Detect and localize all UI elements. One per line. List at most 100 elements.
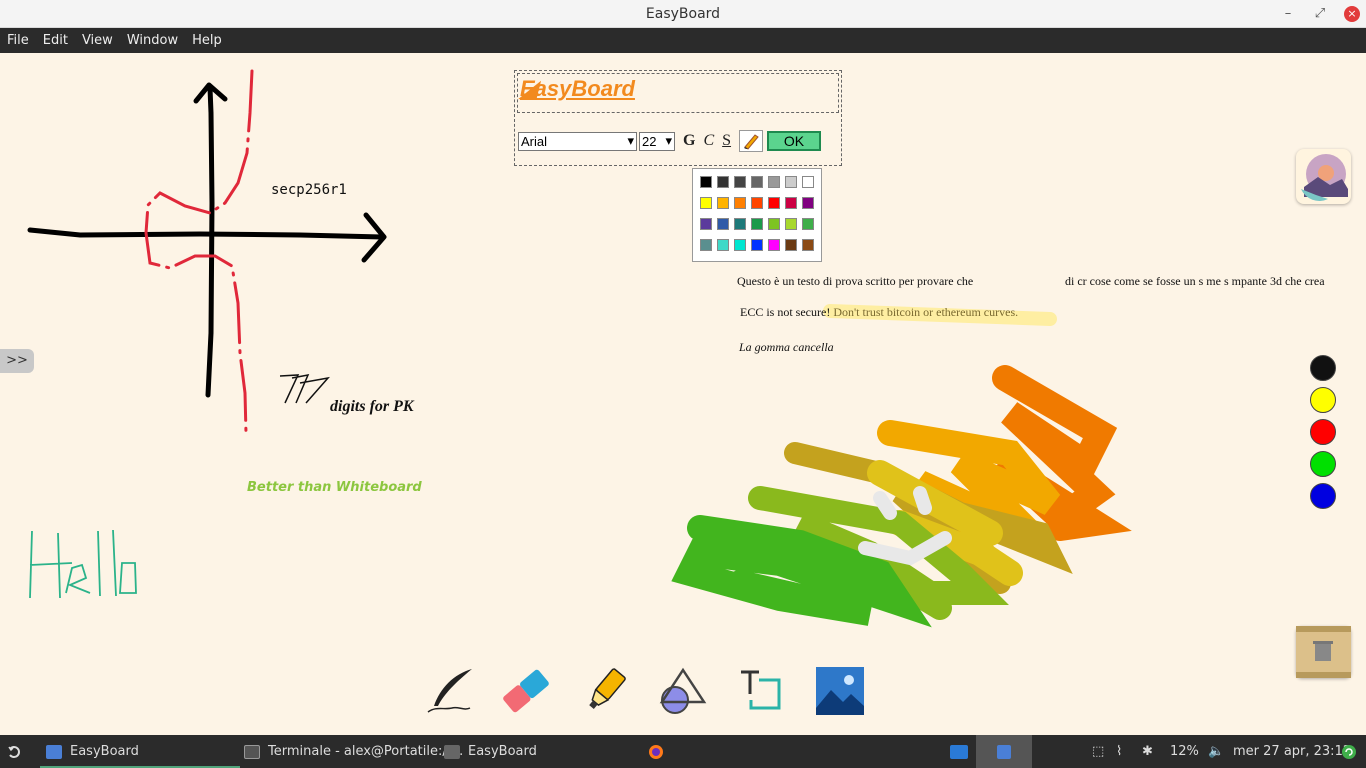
firefox-icon[interactable] (648, 735, 664, 768)
palette-swatch[interactable] (768, 197, 780, 209)
text-input-area[interactable]: EasyBoard ◢ (517, 73, 839, 113)
palette-swatch[interactable] (768, 218, 780, 230)
palette-swatch[interactable] (734, 218, 746, 230)
bluetooth-icon[interactable]: ✱ (1142, 735, 1153, 768)
palette-swatch[interactable] (785, 218, 797, 230)
maximize-button[interactable]: ⤢ (1310, 4, 1330, 24)
quick-color-blue[interactable] (1310, 483, 1336, 509)
palette-swatch[interactable] (717, 239, 729, 251)
palette-swatch[interactable] (802, 176, 814, 188)
avatar[interactable] (1296, 149, 1351, 204)
ecc-label: ECC is not secure! Don't trust bitcoin o… (740, 305, 1018, 320)
taskbar-item-easyboard-2[interactable]: EasyBoard (444, 735, 634, 768)
palette-swatch[interactable] (768, 176, 780, 188)
close-button[interactable]: × (1344, 6, 1360, 22)
text-editor-box[interactable]: EasyBoard ◢ Arial ▾ 22 ▾ G C S OK (514, 70, 842, 166)
highlighter-tool[interactable] (580, 666, 630, 716)
title-bar: EasyBoard – ⤢ × (0, 0, 1366, 28)
screenshot-icon[interactable]: ⬚ (1092, 735, 1104, 768)
menu-edit[interactable]: Edit (43, 33, 68, 48)
quick-color-red[interactable] (1310, 419, 1336, 445)
update-icon[interactable] (1341, 735, 1357, 768)
palette-swatch[interactable] (700, 176, 712, 188)
shapes-icon (659, 667, 707, 714)
palette-swatch[interactable] (802, 197, 814, 209)
text-color-button[interactable] (739, 130, 764, 152)
quick-color-black[interactable] (1310, 355, 1336, 381)
color-palette (692, 168, 822, 262)
landscape-avatar-icon (1301, 154, 1348, 201)
clock[interactable]: mer 27 apr, 23:12 (1233, 735, 1351, 768)
palette-swatch[interactable] (785, 197, 797, 209)
font-family-value: Arial (521, 133, 548, 149)
ecc-label-a: ECC is not secure! (740, 305, 831, 319)
font-size-select[interactable]: 22 ▾ (639, 131, 675, 151)
taskbar-item-easyboard-1[interactable]: EasyBoard (40, 735, 240, 768)
palette-swatch[interactable] (717, 218, 729, 230)
menu-bar: File Edit View Window Help (0, 28, 1366, 53)
expand-sidebar-button[interactable]: >> (0, 349, 34, 373)
menu-window[interactable]: Window (127, 33, 178, 48)
palette-swatch[interactable] (717, 197, 729, 209)
window-icon (46, 744, 62, 759)
palette-swatch[interactable] (751, 239, 763, 251)
palette-swatch[interactable] (700, 197, 712, 209)
app-menu-icon[interactable] (8, 735, 22, 768)
workspace-2-icon[interactable] (976, 735, 1032, 768)
volume-icon[interactable]: 🔈 (1208, 735, 1224, 768)
minimize-button[interactable]: – (1278, 4, 1298, 24)
digits-label: digits for PK (330, 398, 414, 415)
palette-swatch[interactable] (768, 239, 780, 251)
palette-swatch[interactable] (751, 218, 763, 230)
palette-swatch[interactable] (734, 197, 746, 209)
text-tool[interactable] (737, 666, 787, 716)
x-axis-stroke (27, 227, 386, 240)
handwritten-77 (279, 374, 330, 404)
menu-view[interactable]: View (82, 33, 113, 48)
menu-file[interactable]: File (7, 33, 29, 48)
quick-color-green[interactable] (1310, 451, 1336, 477)
palette-swatch[interactable] (802, 239, 814, 251)
paperclip-icon[interactable]: ⌇ (1116, 735, 1122, 768)
workspace-1-icon[interactable] (950, 735, 976, 768)
window-icon (444, 744, 460, 759)
feather-pen-icon (427, 669, 472, 713)
taskbar: EasyBoard Terminale - alex@Portatile:/r.… (0, 735, 1366, 768)
palette-swatch[interactable] (751, 197, 763, 209)
palette-swatch[interactable] (717, 176, 729, 188)
palette-swatch[interactable] (700, 239, 712, 251)
underline-button[interactable]: S (722, 132, 731, 150)
resize-handle-icon[interactable]: ◢ (520, 76, 836, 110)
menu-help[interactable]: Help (192, 33, 222, 48)
terminal-icon (244, 744, 260, 759)
ecc-label-b: Don't trust bitcoin or ethereum curves. (833, 305, 1019, 319)
shapes-tool[interactable] (658, 666, 708, 716)
trash-icon (1296, 626, 1351, 678)
palette-swatch[interactable] (734, 239, 746, 251)
whiteboard-canvas[interactable]: EasyBoard ◢ Arial ▾ 22 ▾ G C S OK secp256r… (0, 53, 1366, 735)
italic-button[interactable]: C (703, 132, 714, 150)
quick-color-yellow[interactable] (1310, 387, 1336, 413)
text-format-toolbar: Arial ▾ 22 ▾ G C S OK (518, 130, 822, 152)
taskbar-item-terminal[interactable]: Terminale - alex@Portatile:/r... (244, 735, 463, 768)
palette-swatch[interactable] (802, 218, 814, 230)
eraser-tool[interactable] (501, 666, 551, 716)
pencil-color-icon (744, 134, 759, 150)
better-label: Better than Whiteboard (247, 480, 422, 495)
bold-button[interactable]: G (683, 132, 695, 150)
battery-level[interactable]: 12% (1170, 735, 1199, 768)
image-tool[interactable] (815, 666, 865, 716)
font-size-value: 22 (642, 133, 657, 149)
font-family-select[interactable]: Arial ▾ (518, 131, 637, 151)
palette-swatch[interactable] (734, 176, 746, 188)
trash-button[interactable] (1296, 626, 1351, 678)
ok-button[interactable]: OK (767, 131, 822, 151)
palette-swatch[interactable] (700, 218, 712, 230)
palette-swatch[interactable] (785, 176, 797, 188)
chevron-down-icon: ▾ (665, 133, 672, 148)
y-axis-stroke (205, 85, 215, 398)
image-icon (816, 667, 864, 715)
pen-tool[interactable] (424, 666, 474, 716)
palette-swatch[interactable] (751, 176, 763, 188)
palette-swatch[interactable] (785, 239, 797, 251)
